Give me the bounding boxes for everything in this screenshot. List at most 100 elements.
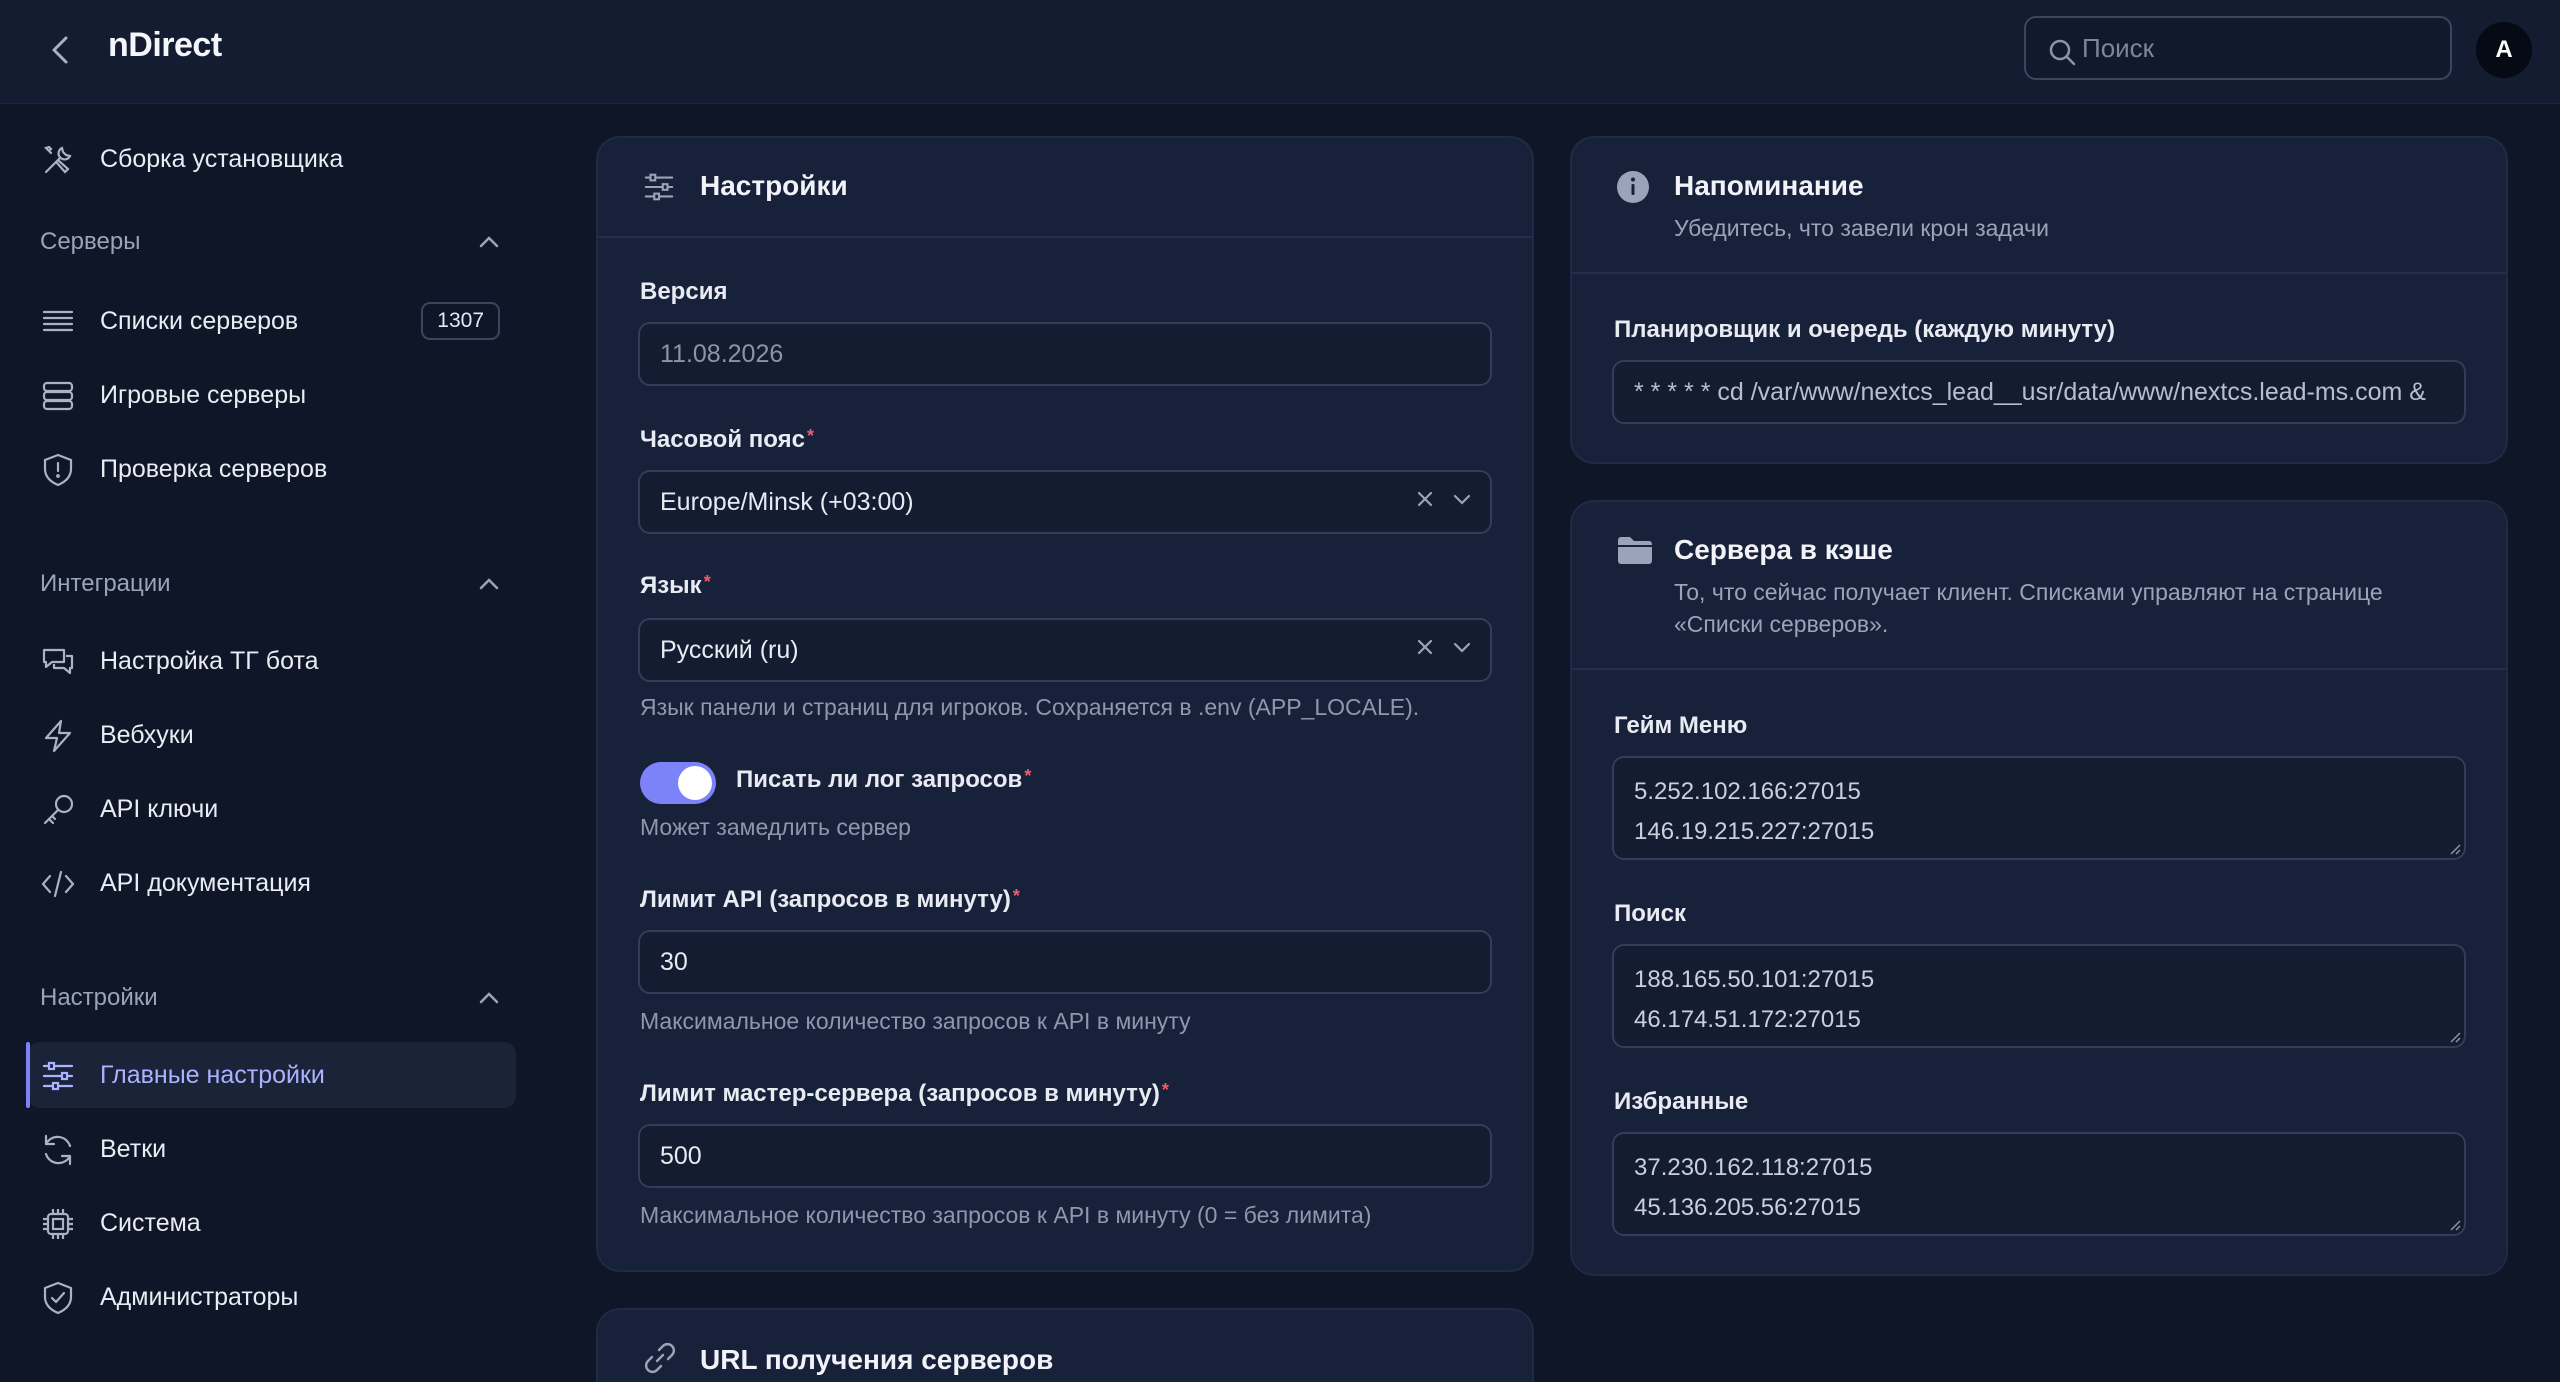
sidebar-item-label: Проверка серверов [100, 454, 328, 483]
chevron-up-icon [479, 578, 499, 590]
sidebar-group-label: Интеграции [40, 570, 171, 597]
game-menu-label: Гейм Меню [1614, 712, 1748, 739]
log-requests-hint: Может замедлить сервер [640, 814, 911, 840]
required-marker: * [1161, 1080, 1169, 1100]
avatar[interactable]: A [2476, 22, 2532, 78]
sidebar-item-main-settings[interactable]: Главные настройки [26, 1042, 516, 1108]
favorites-line: 45.136.205.56:27015 [1634, 1194, 1861, 1221]
search-icon [2049, 39, 2076, 66]
scheduler-command-field[interactable]: * * * * * cd /var/www/nextcs_lead__usr/d… [1612, 360, 2466, 424]
sidebar-item-label: Главные настройки [100, 1060, 325, 1089]
sidebar-item-system[interactable]: Система [28, 1190, 516, 1256]
chevron-up-icon [479, 236, 499, 248]
master-limit-input[interactable]: 500 [638, 1124, 1492, 1188]
shield-check-icon [40, 1280, 76, 1316]
folder-icon [1618, 537, 1652, 564]
list-icon [40, 304, 76, 340]
sidebar-item-server-check[interactable]: Проверка серверов [28, 436, 516, 502]
cache-card-subtitle-2: «Списки серверов». [1674, 611, 1889, 637]
search-input[interactable] [2082, 32, 2422, 64]
required-marker: * [806, 426, 814, 446]
game-menu-textarea[interactable]: 5.252.102.166:27015 146.19.215.227:27015 [1612, 756, 2466, 860]
log-requests-toggle[interactable] [640, 762, 716, 804]
sidebar-item-admins[interactable]: Администраторы [28, 1264, 516, 1330]
sidebar-item-api-docs[interactable]: API документация [28, 850, 516, 916]
reminder-card-title: Напоминание [1674, 170, 1864, 201]
shield-icon [40, 452, 76, 488]
cache-card-subtitle-1: То, что сейчас получает клиент. Списками… [1674, 579, 2383, 605]
version-label: Версия [640, 278, 728, 305]
api-limit-hint: Максимальное количество запросов к API в… [640, 1008, 1191, 1034]
sidebar-item-api-keys[interactable]: API ключи [28, 776, 516, 842]
game-menu-line: 5.252.102.166:27015 [1634, 778, 1861, 805]
sidebar-group-integrations[interactable]: Интеграции [40, 570, 500, 598]
sidebar-item-label: Ветки [100, 1134, 167, 1163]
cache-card-title: Сервера в кэше [1674, 534, 1893, 565]
sidebar-item-label: Система [100, 1208, 201, 1237]
language-hint: Язык панели и страниц для игроков. Сохра… [640, 694, 1420, 720]
sidebar-item-label: Настройка ТГ бота [100, 646, 319, 675]
reminder-card-header: Напоминание Убедитесь, что завели крон з… [1572, 138, 2506, 274]
clear-icon[interactable] [1416, 490, 1434, 508]
search-list-line: 46.174.51.172:27015 [1634, 1006, 1861, 1033]
tools-icon [40, 142, 76, 178]
chevron-up-icon [479, 992, 499, 1004]
sidebar-item-game-servers[interactable]: Игровые серверы [28, 362, 516, 428]
key-icon [40, 792, 76, 828]
search-list-label: Поиск [1614, 900, 1687, 927]
cache-card: Сервера в кэше То, что сейчас получает к… [1570, 500, 2508, 1276]
back-button[interactable] [40, 30, 80, 70]
sidebar-item-branches[interactable]: Ветки [28, 1116, 516, 1182]
reminder-card: Напоминание Убедитесь, что завели крон з… [1570, 136, 2508, 464]
required-marker: * [1024, 766, 1032, 786]
timezone-label: Часовой пояс * [640, 426, 814, 454]
top-bar: nDirect A [0, 0, 2560, 104]
search-list-textarea[interactable]: 188.165.50.101:27015 46.174.51.172:27015 [1612, 944, 2466, 1048]
resize-handle-icon[interactable] [2448, 842, 2462, 856]
scheduler-label: Планировщик и очередь (каждую минуту) [1614, 316, 2116, 343]
search-box[interactable] [2024, 16, 2452, 80]
sidebar-item-label: Игровые серверы [100, 380, 307, 409]
server-icon [40, 378, 76, 414]
timezone-label-text: Часовой пояс [640, 426, 805, 453]
chevron-left-icon [52, 36, 68, 64]
settings-card-header: Настройки [598, 138, 1532, 238]
sidebar-group-servers[interactable]: Серверы [40, 228, 500, 256]
cpu-icon [40, 1206, 76, 1242]
language-label-text: Язык [640, 572, 702, 599]
sidebar-item-label: Сборка установщика [100, 144, 344, 173]
log-requests-label-text: Писать ли лог запросов [736, 766, 1023, 793]
required-marker: * [1012, 886, 1020, 906]
sidebar-item-label: Списки серверов [100, 306, 299, 335]
master-limit-label: Лимит мастер-сервера (запросов в минуту)… [640, 1080, 1169, 1108]
sidebar-item-webhooks[interactable]: Вебхуки [28, 702, 516, 768]
favorites-textarea[interactable]: 37.230.162.118:27015 45.136.205.56:27015 [1612, 1132, 2466, 1236]
sidebar-item-tg-bot[interactable]: Настройка ТГ бота [28, 628, 516, 694]
language-label: Язык * [640, 572, 711, 600]
chevron-down-icon[interactable] [1452, 640, 1472, 654]
sidebar-item-label: API ключи [100, 794, 219, 823]
sidebar-group-settings[interactable]: Настройки [40, 984, 500, 1012]
api-limit-label-text: Лимит API (запросов в минуту) [640, 886, 1011, 913]
timezone-select[interactable]: Europe/Minsk (+03:00) [638, 470, 1492, 534]
chevron-down-icon[interactable] [1452, 492, 1472, 506]
required-marker: * [703, 572, 711, 592]
sidebar-item-installer-build[interactable]: Сборка установщика [28, 126, 516, 192]
settings-card: Настройки Версия 11.08.2026 Часовой пояс… [596, 136, 1534, 1272]
resize-handle-icon[interactable] [2448, 1218, 2462, 1232]
info-icon [1617, 171, 1649, 203]
sidebar-item-server-lists[interactable]: Списки серверов 1307 [28, 288, 516, 354]
bolt-icon [40, 718, 76, 754]
language-select[interactable]: Русский (ru) [638, 618, 1492, 682]
refresh-icon [40, 1132, 76, 1168]
sidebar-group-label: Настройки [40, 984, 158, 1011]
settings-card-title: Настройки [700, 170, 848, 201]
api-limit-input[interactable]: 30 [638, 930, 1492, 994]
language-value: Русский (ru) [660, 635, 799, 664]
search-list-line: 188.165.50.101:27015 [1634, 966, 1875, 993]
clear-icon[interactable] [1416, 638, 1434, 656]
sidebar-item-label: Вебхуки [100, 720, 194, 749]
favorites-label: Избранные [1614, 1088, 1749, 1115]
url-card: URL получения серверов [596, 1308, 1534, 1382]
resize-handle-icon[interactable] [2448, 1030, 2462, 1044]
